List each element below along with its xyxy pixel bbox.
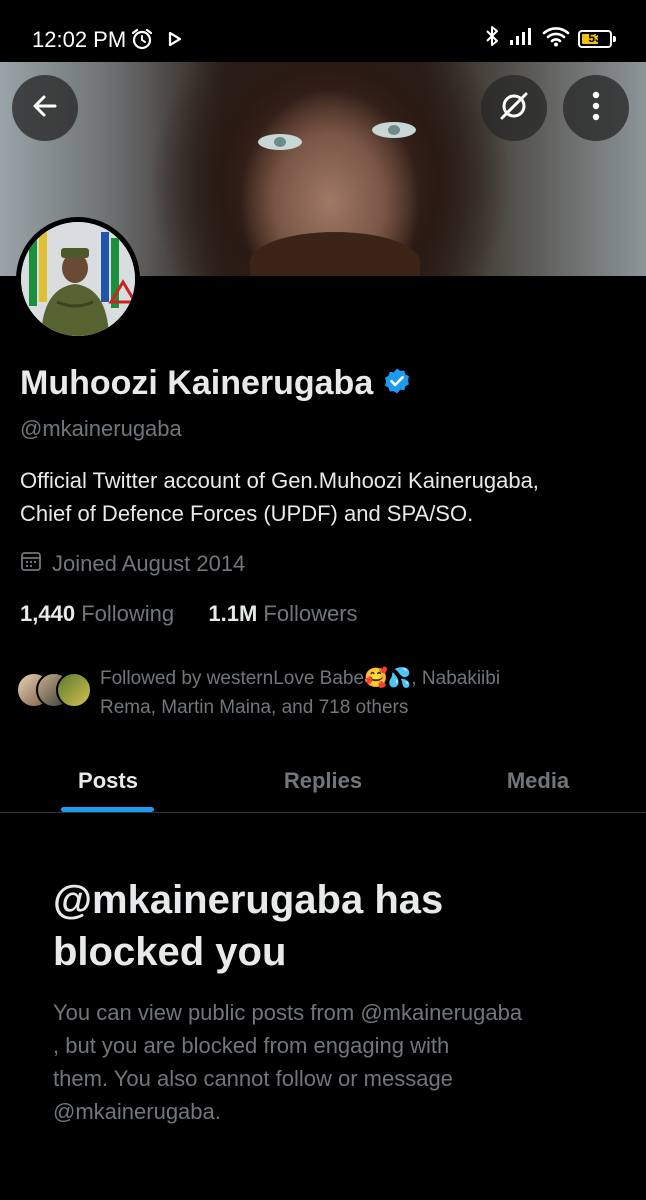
signal-icon bbox=[508, 26, 534, 51]
followed-by-line: Followed by westernLove Babe🥰💦, Nabakiib… bbox=[100, 668, 501, 689]
blocked-title-line: blocked you bbox=[53, 930, 287, 974]
bio-line: Chief of Defence Forces (UPDF) and SPA/S… bbox=[20, 501, 474, 526]
followed-by-line: Rema, Martin Maina, and 718 others bbox=[100, 697, 409, 718]
blocked-title: @mkainerugaba has blocked you bbox=[53, 874, 613, 978]
wifi-icon bbox=[542, 25, 570, 52]
avatar-image bbox=[21, 222, 135, 336]
status-icons: 53 bbox=[484, 24, 616, 53]
more-button[interactable] bbox=[563, 75, 629, 141]
profile-tabs: Posts Replies Media bbox=[0, 750, 646, 813]
grok-icon bbox=[497, 89, 531, 128]
play-icon bbox=[168, 31, 182, 52]
bluetooth-icon bbox=[484, 24, 500, 53]
blocked-body-line: @mkainerugaba. bbox=[53, 1099, 221, 1124]
avatar[interactable] bbox=[16, 217, 140, 341]
profile-bio: Official Twitter account of Gen.Muhoozi … bbox=[20, 464, 630, 530]
blocked-description: You can view public posts from @mkaineru… bbox=[53, 996, 613, 1128]
joined-date: Joined August 2014 bbox=[20, 550, 245, 578]
followers-link[interactable]: 1.1M Followers bbox=[208, 601, 357, 626]
following-label: Following bbox=[81, 601, 175, 626]
banner-eye-left bbox=[258, 134, 302, 150]
profile-handle: @mkainerugaba bbox=[20, 416, 182, 441]
followed-by-text: Followed by westernLove Babe🥰💦, Nabakiib… bbox=[100, 664, 620, 722]
banner-eye-right bbox=[372, 122, 416, 138]
blocked-body-line: them. You also cannot follow or message bbox=[53, 1066, 453, 1091]
bio-line: Official Twitter account of Gen.Muhoozi … bbox=[20, 468, 539, 493]
profile-name: Muhoozi Kainerugaba bbox=[20, 364, 374, 402]
verified-badge-icon[interactable] bbox=[383, 367, 411, 400]
calendar-icon bbox=[20, 550, 42, 578]
profile-stats: 1,440 Following 1.1M Followers bbox=[20, 601, 358, 627]
profile-name-row: Muhoozi Kainerugaba bbox=[20, 364, 411, 403]
more-vertical-icon bbox=[592, 91, 600, 126]
grok-button[interactable] bbox=[481, 75, 547, 141]
following-count: 1,440 bbox=[20, 601, 76, 626]
follower-avatar bbox=[56, 672, 92, 708]
back-button[interactable] bbox=[12, 75, 78, 141]
joined-text: Joined August 2014 bbox=[52, 551, 246, 576]
tab-replies[interactable]: Replies bbox=[255, 750, 391, 812]
tab-posts[interactable]: Posts bbox=[40, 750, 176, 812]
followed-by[interactable]: Followed by westernLove Babe🥰💦, Nabakiib… bbox=[16, 664, 620, 722]
followers-label: Followers bbox=[263, 601, 358, 626]
alarm-icon bbox=[130, 27, 154, 56]
banner-beard bbox=[250, 232, 420, 276]
blocked-title-line: @mkainerugaba has bbox=[53, 878, 444, 922]
arrow-left-icon bbox=[31, 92, 59, 125]
battery-icon: 53 bbox=[578, 29, 616, 48]
blocked-body-line: , but you are blocked from engaging with bbox=[53, 1033, 450, 1058]
followers-count: 1.1M bbox=[208, 601, 258, 626]
status-time: 12:02 PM bbox=[32, 27, 127, 52]
following-link[interactable]: 1,440 Following bbox=[20, 601, 174, 626]
active-tab-indicator bbox=[61, 807, 154, 812]
blocked-body-line: You can view public posts from @mkaineru… bbox=[53, 1000, 523, 1025]
status-bar: 12:02 PM 53 bbox=[0, 0, 646, 62]
battery-level: 53 bbox=[588, 30, 602, 45]
tab-media[interactable]: Media bbox=[470, 750, 606, 812]
